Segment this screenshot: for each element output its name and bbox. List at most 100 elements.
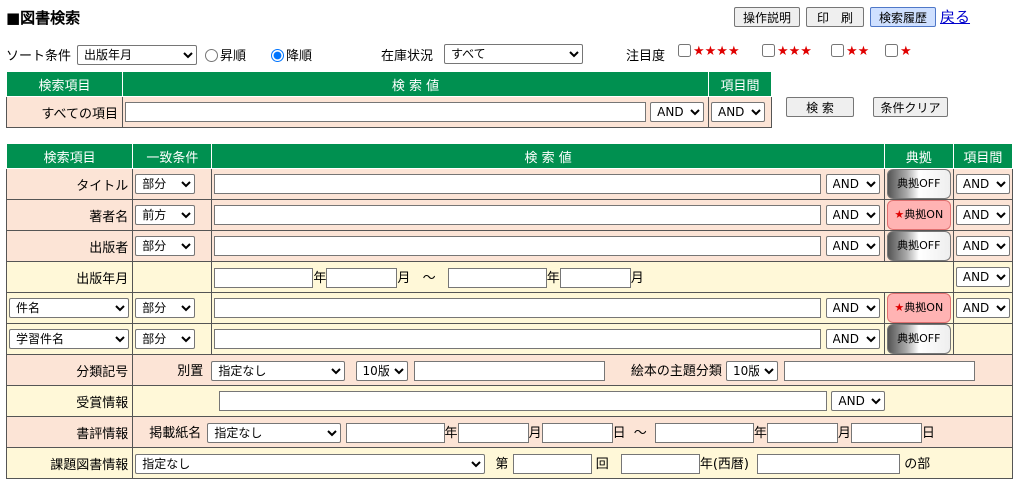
header-match: 一致条件 xyxy=(132,143,213,169)
review-label: 書評情報 xyxy=(5,416,134,448)
manual-button[interactable]: 操作説明 xyxy=(734,7,800,27)
title-match[interactable]: 部分 xyxy=(135,174,196,194)
search-button[interactable]: 検 索 xyxy=(786,97,854,117)
header-between: 項目間 xyxy=(708,71,772,97)
subject-source-toggle[interactable]: ★典拠ON xyxy=(886,293,951,323)
all-items-op[interactable]: AND xyxy=(650,102,705,122)
sort-select[interactable]: 出版年月 xyxy=(77,45,197,65)
all-items-between[interactable]: AND xyxy=(711,102,765,122)
stock-select[interactable]: すべて xyxy=(444,44,583,64)
assigned-cell: 指定なし 第 回 年(西暦) の部 xyxy=(132,447,1013,479)
subject-input[interactable] xyxy=(214,298,822,318)
page-title: ■図書検索 xyxy=(6,9,81,27)
pubdate-label: 出版年月 xyxy=(5,261,134,293)
subject-op[interactable]: AND xyxy=(825,298,880,318)
star-icon: ★★ xyxy=(846,44,870,59)
publisher-source-toggle[interactable]: 典拠OFF xyxy=(886,231,951,261)
assigned-select[interactable]: 指定なし xyxy=(135,453,486,474)
classification-cell: 別置 指定なし 10版 絵本の主題分類 10版 xyxy=(132,354,1013,386)
award-op[interactable]: AND xyxy=(831,391,886,411)
pubdate-to-month[interactable] xyxy=(559,267,631,288)
title-between[interactable]: AND xyxy=(955,174,1010,194)
attention-4[interactable]: ★★★★ xyxy=(678,44,740,59)
all-items-input[interactable] xyxy=(125,102,646,122)
assigned-year[interactable] xyxy=(620,453,700,474)
pubdate-to-year[interactable] xyxy=(447,267,547,288)
author-op[interactable]: AND xyxy=(825,205,880,225)
simple-search-table: 検索項目 検 索 値 項目間 すべての項目 AND AND xyxy=(6,71,772,128)
paper-select[interactable]: 指定なし xyxy=(207,422,342,443)
award-input[interactable] xyxy=(219,391,828,411)
review-from-year[interactable] xyxy=(345,422,445,443)
author-match[interactable]: 前方 xyxy=(135,205,196,225)
star-icon: ★★★★ xyxy=(693,44,740,59)
learning-field-select[interactable]: 学習件名 xyxy=(9,329,129,349)
between-cell: AND xyxy=(708,96,772,128)
title-op[interactable]: AND xyxy=(825,174,880,194)
learning-input[interactable] xyxy=(214,329,822,349)
author-source-toggle[interactable]: ★典拠ON xyxy=(886,200,951,230)
header-item: 検索項目 xyxy=(6,71,123,97)
stock-label: 在庫状況 xyxy=(381,49,434,64)
attention-2[interactable]: ★★ xyxy=(831,44,869,59)
all-items-label: すべての項目 xyxy=(6,96,123,128)
print-button[interactable]: 印 刷 xyxy=(806,7,864,27)
desc-radio[interactable]: 降順 xyxy=(271,45,312,64)
title-source-toggle[interactable]: 典拠OFF xyxy=(886,169,951,199)
detail-search-table: 検索項目 一致条件 検 索 値 典拠 項目間 タイトル 部分 AND 典拠OFF… xyxy=(5,143,1014,479)
sort-label: ソート条件 xyxy=(6,49,72,64)
publisher-between[interactable]: AND xyxy=(955,236,1010,256)
header-source: 典拠 xyxy=(883,143,954,169)
review-from-day[interactable] xyxy=(541,422,613,443)
header-value: 検 索 値 xyxy=(211,143,885,169)
learning-source-toggle[interactable]: 典拠OFF xyxy=(886,324,951,354)
pubdate-from-year[interactable] xyxy=(214,267,314,288)
history-button[interactable]: 検索履歴 xyxy=(870,7,936,27)
title-input[interactable] xyxy=(214,174,822,194)
assigned-label: 課題図書情報 xyxy=(5,447,134,479)
star-icon: ★ xyxy=(894,208,905,221)
author-between[interactable]: AND xyxy=(955,205,1010,225)
picture-class-input[interactable] xyxy=(784,360,976,381)
review-from-month[interactable] xyxy=(457,422,529,443)
betsu-select[interactable]: 指定なし xyxy=(211,360,346,381)
review-to-month[interactable] xyxy=(766,422,838,443)
pubdate-from-month[interactable] xyxy=(326,267,398,288)
publisher-label: 出版者 xyxy=(5,230,134,262)
pubdate-cell: 年月 〜 年月 xyxy=(211,261,954,293)
attention-1[interactable]: ★ xyxy=(885,44,912,59)
title-label: タイトル xyxy=(5,168,134,200)
all-items-cell: AND xyxy=(122,96,709,128)
classification-input[interactable] xyxy=(413,360,605,381)
attention-label: 注目度 xyxy=(626,49,666,64)
assigned-section[interactable] xyxy=(757,453,901,474)
learning-op[interactable]: AND xyxy=(825,329,880,349)
review-cell: 掲載紙名 指定なし 年月日 〜 年月日 xyxy=(132,416,1013,448)
subject-field-select[interactable]: 件名 xyxy=(9,298,129,318)
award-label: 受賞情報 xyxy=(5,385,134,417)
star-icon: ★ xyxy=(894,301,905,314)
star-icon: ★★★ xyxy=(777,44,812,59)
assigned-number[interactable] xyxy=(512,453,592,474)
pubdate-between[interactable]: AND xyxy=(955,267,1010,287)
classification-label: 分類記号 xyxy=(5,354,134,386)
clear-button[interactable]: 条件クリア xyxy=(873,97,948,117)
publisher-match[interactable]: 部分 xyxy=(135,236,196,256)
sort-row: ソート条件 xyxy=(6,45,71,64)
picture-edition-select[interactable]: 10版 xyxy=(725,360,778,381)
back-link[interactable]: 戻る xyxy=(940,6,970,27)
publisher-input[interactable] xyxy=(214,236,822,256)
asc-radio[interactable]: 昇順 xyxy=(205,45,246,64)
subject-between[interactable]: AND xyxy=(955,298,1010,318)
author-input[interactable] xyxy=(214,205,822,225)
header-between: 項目間 xyxy=(952,143,1014,169)
learning-match[interactable]: 部分 xyxy=(135,329,196,349)
star-icon: ★ xyxy=(900,44,912,59)
edition-select[interactable]: 10版 xyxy=(355,360,408,381)
subject-match[interactable]: 部分 xyxy=(135,298,196,318)
attention-3[interactable]: ★★★ xyxy=(762,44,812,59)
review-to-year[interactable] xyxy=(654,422,754,443)
review-to-day[interactable] xyxy=(850,422,922,443)
publisher-op[interactable]: AND xyxy=(825,236,880,256)
header-item: 検索項目 xyxy=(5,143,134,169)
